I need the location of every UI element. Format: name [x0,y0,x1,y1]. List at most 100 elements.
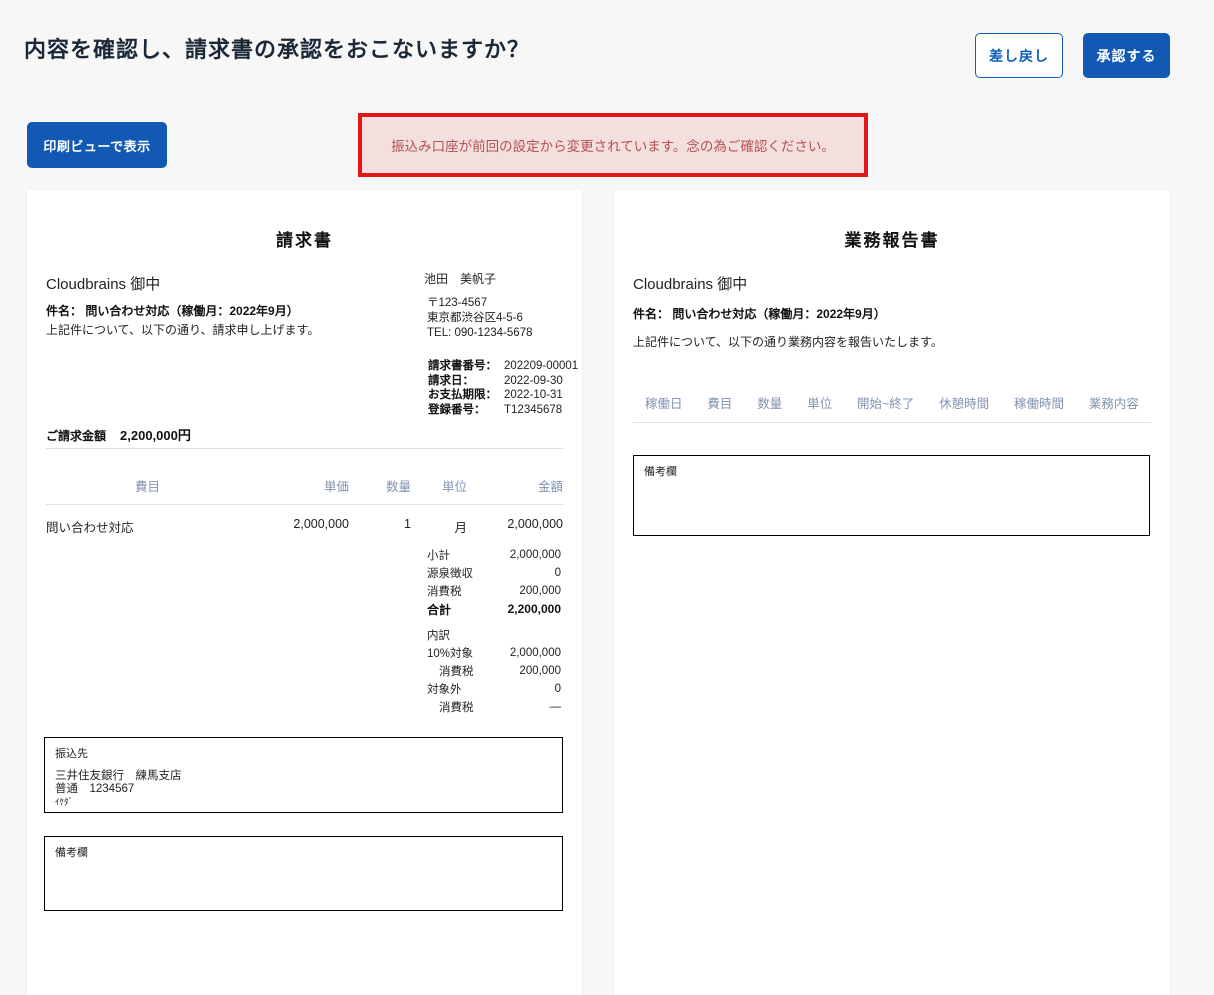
divider [46,448,563,449]
breakdown-10pct-tax-value: 200,000 [519,665,561,677]
table-row: 問い合わせ対応 2,000,000 1 月 2,000,000 [46,505,563,536]
alert-message: 振込み口座が前回の設定から変更されています。念の為ご確認ください。 [391,139,835,154]
invoice-date-label: 請求日： [428,374,474,387]
print-view-button[interactable]: 印刷ビューで表示 [27,122,167,168]
bank-account: 普通 1234567 [55,783,135,795]
subtotal-row: 小計 2,000,000 [427,546,561,564]
invoice-date-row: 請求日： 2022-09-30 [428,374,578,389]
subtotal-value: 2,000,000 [509,549,561,561]
invoice-meta: 請求書番号： 202209-00001 請求日： 2022-09-30 お支払期… [428,359,578,417]
approve-button[interactable]: 承認する [1083,33,1170,78]
report-title: 業務報告書 [844,231,940,250]
invoice-notes-box: 備考欄 [44,836,563,911]
col-work-time: 稼働時間 [1014,397,1065,411]
breakdown-exempt-tax-label: 消費税 [439,702,474,714]
registration-number-value: T12345678 [504,403,563,416]
invoice-subject-label: 件名： [46,304,83,318]
issuer-postal: 〒123-4567 [427,297,488,309]
subtotal-label: 小計 [427,550,450,562]
breakdown-exempt-label: 対象外 [427,684,462,696]
bank-transfer-box: 振込先 三井住友銀行 練馬支店 普通 1234567 ｲｹﾀﾞ [44,737,563,813]
report-subject-text: 問い合わせ対応（稼働月：2022年9月） [672,307,886,321]
bank-change-alert: 振込み口座が前回の設定から変更されています。念の為ご確認ください。 [358,113,868,177]
work-report-card: 業務報告書 Cloudbrains 御中 件名： 問い合わせ対応（稼働月：202… [614,190,1170,995]
breakdown-exempt-value: 0 [554,683,561,695]
invoice-summary: 小計 2,000,000 源泉徴収 0 消費税 200,000 合計 2,200… [427,546,561,618]
col-work-date: 稼働日 [645,397,683,411]
invoice-number-value: 202209-00001 [504,360,579,372]
invoice-title: 請求書 [276,231,333,250]
breakdown-10pct-tax-label: 消費税 [439,666,474,678]
invoice-notes-label: 備考欄 [55,847,88,859]
tax-row: 消費税 200,000 [427,582,561,600]
report-intro: 上記件について、以下の通り業務内容を報告いたします。 [633,335,943,349]
report-table-header: 稼働日 費目 数量 単位 開始~終了 休憩時間 稼働時間 業務内容 [633,393,1151,423]
col-break-time: 休憩時間 [939,397,990,411]
report-subject-label: 件名： [633,307,670,321]
approval-page: 内容を確認し、請求書の承認をおこないますか？ 差し戻し 承認する 印刷ビューで表… [0,0,1214,995]
withholding-row: 源泉徴収 0 [427,564,561,582]
row-item: 問い合わせ対応 [46,521,134,535]
issuer-tel: TEL: 090-1234-5678 [427,327,533,339]
grand-total-label: ご請求金額 [46,429,107,443]
report-subject: 件名： 問い合わせ対応（稼働月：2022年9月） [633,305,886,322]
invoice-breakdown: 内訳 10%対象 2,000,000 消費税 200,000 対象外 0 消費税… [427,626,561,716]
issuer-name: 池田 美帆子 [424,272,497,286]
invoice-date-value: 2022-09-30 [504,374,563,387]
row-unit-price: 2,000,000 [293,517,349,531]
report-recipient: Cloudbrains 御中 [633,276,748,293]
col-item: 費目 [134,480,160,494]
row-amount: 2,000,000 [507,517,563,531]
col-qty: 数量 [385,480,411,494]
col-unit: 単位 [441,480,467,494]
bank-details: 三井住友銀行 練馬支店 普通 1234567 ｲｹﾀﾞ [55,770,552,809]
total-label: 合計 [427,602,452,617]
invoice-card: 請求書 Cloudbrains 御中 件名： 問い合わせ対応（稼働月：2022年… [27,190,582,995]
registration-number-row: 登録番号： T12345678 [428,403,578,418]
total-row: 合計 2,200,000 [427,600,561,618]
invoice-number-row: 請求書番号： 202209-00001 [428,359,578,374]
breakdown-10pct-label: 10%対象 [427,648,474,660]
payment-due-row: お支払期限： 2022-10-31 [428,388,578,403]
tax-label: 消費税 [427,586,462,598]
breakdown-exempt-tax-row: 消費税 — [427,698,561,716]
withholding-value: 0 [554,567,561,579]
breakdown-10pct-row: 10%対象 2,000,000 [427,644,561,662]
col-amount: 金額 [537,480,563,494]
payment-due-label: お支払期限： [428,389,497,401]
grand-total-value: 2,200,000円 [120,428,191,443]
page-title: 内容を確認し、請求書の承認をおこないますか？ [24,37,531,62]
col-unit-price: 単価 [323,480,349,494]
bank-name: 三井住友銀行 練馬支店 [55,770,182,782]
grand-total: ご請求金額 2,200,000円 [46,425,191,444]
invoice-recipient: Cloudbrains 御中 [46,276,161,293]
tax-value: 200,000 [519,585,561,597]
invoice-table-header: 費目 単価 数量 単位 金額 [46,476,563,505]
col-expense-item: 費目 [707,397,733,411]
breakdown-caption: 内訳 [427,630,450,642]
col-work-detail: 業務内容 [1088,397,1139,411]
report-notes-label: 備考欄 [644,466,677,478]
breakdown-10pct-tax-row: 消費税 200,000 [427,662,561,680]
col-quantity: 数量 [757,397,783,411]
report-notes-box: 備考欄 [633,455,1150,536]
breakdown-exempt-tax-value: — [549,701,562,713]
invoice-number-label: 請求書番号： [428,360,497,372]
invoice-items-table: 費目 単価 数量 単位 金額 問い合わせ対応 2,000,000 1 月 2,0… [46,476,563,536]
row-qty: 1 [404,517,411,531]
issuer-address: 〒123-4567 東京都渋谷区4-5-6 TEL: 090-1234-5678 [427,296,533,341]
registration-number-label: 登録番号： [428,403,486,416]
bank-holder-kana: ｲｹﾀﾞ [55,797,74,807]
invoice-subject: 件名： 問い合わせ対応（稼働月：2022年9月） [46,302,299,319]
row-unit: 月 [454,521,467,535]
col-start-end: 開始~終了 [857,397,915,411]
breakdown-10pct-value: 2,000,000 [509,647,561,659]
reject-button[interactable]: 差し戻し [975,33,1063,78]
bank-box-label: 振込先 [55,748,88,760]
withholding-label: 源泉徴収 [427,568,473,580]
breakdown-exempt-row: 対象外 0 [427,680,561,698]
invoice-intro: 上記件について、以下の通り、請求申し上げます。 [46,323,320,337]
invoice-subject-text: 問い合わせ対応（稼働月：2022年9月） [85,304,299,318]
total-value: 2,200,000 [507,602,561,616]
col-unit: 単位 [807,397,833,411]
